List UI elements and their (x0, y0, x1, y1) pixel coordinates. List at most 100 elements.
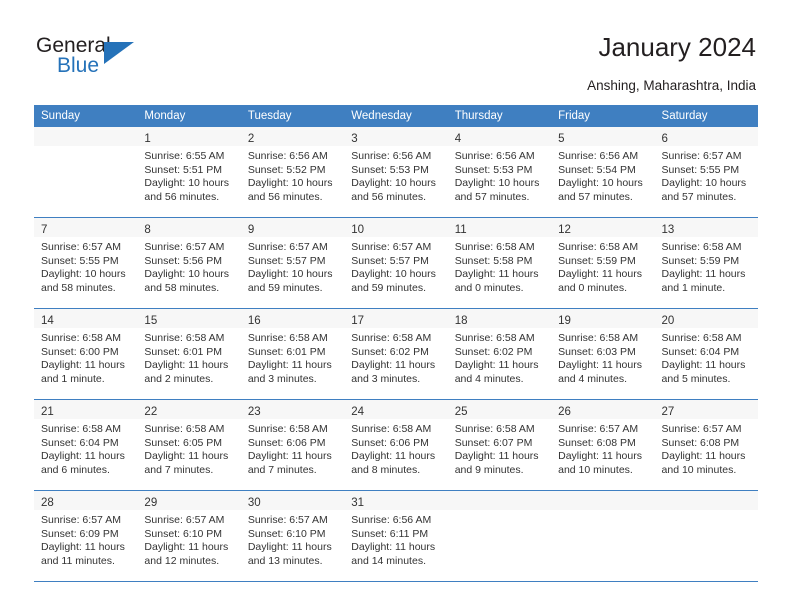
day-details: Sunrise: 6:58 AM Sunset: 6:02 PM Daylight:… (344, 328, 447, 386)
day-number: 27 (661, 406, 675, 418)
day-number-band: 24 (344, 400, 448, 419)
sunset-text: Sunset: 6:06 PM (247, 436, 326, 449)
sunrise-text: Sunrise: 6:57 AM (144, 514, 225, 526)
calendar-day-cell[interactable]: 17 Sunrise: 6:58 AM Sunset: 6:02 PM Dayligh… (344, 309, 448, 399)
day-number-band: 17 (344, 309, 448, 328)
calendar-day-cell[interactable]: 24 Sunrise: 6:58 AM Sunset: 6:06 PM Dayligh… (344, 400, 448, 490)
sunset-text: Sunset: 6:10 PM (247, 527, 326, 540)
sunrise-text: Sunrise: 6:58 AM (144, 423, 225, 435)
calendar-day-cell[interactable]: 25 Sunrise: 6:58 AM Sunset: 6:07 PM Dayligh… (447, 400, 552, 490)
day-number-band: 25 (447, 400, 552, 419)
day-number: 29 (144, 497, 158, 509)
day-number-band: 22 (137, 400, 241, 419)
day-number-band: 13 (654, 218, 758, 237)
calendar-day-cell[interactable]: 27 Sunrise: 6:57 AM Sunset: 6:08 PM Dayligh… (654, 400, 758, 490)
calendar-day-cell[interactable]: 18 Sunrise: 6:58 AM Sunset: 6:02 PM Dayligh… (447, 309, 552, 399)
calendar-day-cell[interactable]: 1 Sunrise: 6:55 AM Sunset: 5:51 PM Daylight… (137, 127, 241, 217)
weekday-header-wednesday: Wednesday (344, 105, 448, 127)
day-number-band: 6 (654, 127, 758, 146)
calendar-day-cell[interactable]: 20 Sunrise: 6:58 AM Sunset: 6:04 PM Dayligh… (654, 309, 758, 399)
day-details (655, 510, 758, 514)
daylight-text: Daylight: 11 hours (558, 450, 642, 462)
daylight-text: Daylight: 11 hours (41, 450, 125, 462)
calendar-day-cell[interactable]: 12 Sunrise: 6:58 AM Sunset: 5:59 PM Dayligh… (551, 218, 655, 308)
daylight-text: Daylight: 11 hours (41, 541, 125, 553)
calendar-day-cell[interactable]: 14 Sunrise: 6:58 AM Sunset: 6:00 PM Dayligh… (34, 309, 138, 399)
calendar-bottom-rule (34, 581, 758, 582)
sunset-text: Sunset: 6:04 PM (661, 345, 740, 358)
calendar-day-cell[interactable]: 5 Sunrise: 6:56 AM Sunset: 5:54 PM Daylight… (551, 127, 655, 217)
calendar-day-cell[interactable]: 22 Sunrise: 6:58 AM Sunset: 6:05 PM Dayligh… (137, 400, 241, 490)
day-details: Sunrise: 6:58 AM Sunset: 6:06 PM Daylight:… (241, 419, 344, 477)
calendar-day-cell[interactable]: 13 Sunrise: 6:58 AM Sunset: 5:59 PM Dayligh… (654, 218, 758, 308)
day-details: Sunrise: 6:58 AM Sunset: 6:06 PM Daylight:… (344, 419, 447, 477)
calendar-day-cell[interactable]: 3 Sunrise: 6:56 AM Sunset: 5:53 PM Daylight… (344, 127, 448, 217)
day-number-band: 7 (34, 218, 138, 237)
day-number: 13 (661, 224, 675, 236)
daylight-text: Daylight: 11 hours (351, 359, 436, 371)
calendar-day-cell[interactable]: 28 Sunrise: 6:57 AM Sunset: 6:09 PM Dayligh… (34, 491, 138, 581)
daylight-text: Daylight: 11 hours (454, 450, 539, 462)
calendar-day-empty (654, 491, 758, 581)
calendar-day-cell[interactable]: 4 Sunrise: 6:56 AM Sunset: 5:53 PM Daylight… (447, 127, 552, 217)
sunset-text: Sunset: 6:00 PM (41, 345, 119, 358)
sunset-text: Sunset: 6:09 PM (41, 527, 119, 540)
calendar-day-cell[interactable]: 23 Sunrise: 6:58 AM Sunset: 6:06 PM Dayligh… (240, 400, 345, 490)
calendar-day-cell[interactable]: 15 Sunrise: 6:58 AM Sunset: 6:01 PM Dayligh… (137, 309, 241, 399)
day-details: Sunrise: 6:57 AM Sunset: 5:55 PM Daylight:… (655, 146, 758, 204)
daylight-text: Daylight: 11 hours (247, 359, 332, 371)
calendar-day-cell[interactable]: 31 Sunrise: 6:56 AM Sunset: 6:11 PM Dayligh… (344, 491, 448, 581)
calendar-day-empty (551, 491, 655, 581)
daylight-text: Daylight: 10 hours (247, 268, 333, 280)
sunrise-text: Sunrise: 6:57 AM (247, 241, 328, 253)
calendar-day-cell[interactable]: 19 Sunrise: 6:58 AM Sunset: 6:03 PM Dayligh… (551, 309, 655, 399)
daylight-text: Daylight: 11 hours (144, 541, 229, 553)
calendar-day-cell[interactable]: 29 Sunrise: 6:57 AM Sunset: 6:10 PM Dayligh… (137, 491, 241, 581)
sunset-text: Sunset: 5:59 PM (661, 254, 740, 267)
daylight-text: and 5 minutes. (661, 372, 731, 385)
calendar-day-cell[interactable]: 8 Sunrise: 6:57 AM Sunset: 5:56 PM Daylight… (137, 218, 241, 308)
calendar-day-cell[interactable]: 2 Sunrise: 6:56 AM Sunset: 5:52 PM Daylight… (240, 127, 345, 217)
calendar-day-cell[interactable]: 9 Sunrise: 6:57 AM Sunset: 5:57 PM Daylight… (240, 218, 345, 308)
day-number: 30 (247, 497, 261, 509)
day-details: Sunrise: 6:58 AM Sunset: 6:01 PM Daylight:… (137, 328, 240, 386)
day-number-band: 19 (551, 309, 655, 328)
day-number: 28 (41, 497, 54, 509)
day-number: 22 (144, 406, 158, 418)
day-number: 7 (41, 224, 48, 236)
sunset-text: Sunset: 5:55 PM (661, 163, 740, 176)
calendar-day-cell[interactable]: 30 Sunrise: 6:57 AM Sunset: 6:10 PM Dayligh… (240, 491, 345, 581)
calendar-day-cell[interactable]: 7 Sunrise: 6:57 AM Sunset: 5:55 PM Daylight… (34, 218, 138, 308)
sunrise-text: Sunrise: 6:57 AM (661, 423, 742, 435)
calendar-day-cell[interactable]: 11 Sunrise: 6:58 AM Sunset: 5:58 PM Dayligh… (447, 218, 552, 308)
day-details: Sunrise: 6:58 AM Sunset: 6:01 PM Daylight:… (241, 328, 344, 386)
day-number-band: 21 (34, 400, 138, 419)
daylight-text: and 9 minutes. (454, 463, 524, 476)
day-number-band: 9 (240, 218, 345, 237)
day-details: Sunrise: 6:56 AM Sunset: 5:53 PM Daylight:… (448, 146, 551, 204)
sunrise-text: Sunrise: 6:57 AM (41, 514, 121, 526)
calendar-day-cell[interactable]: 26 Sunrise: 6:57 AM Sunset: 6:08 PM Dayligh… (551, 400, 655, 490)
sunset-text: Sunset: 6:11 PM (351, 527, 429, 540)
day-number: 9 (247, 224, 255, 236)
day-number: 25 (454, 406, 468, 418)
day-details: Sunrise: 6:56 AM Sunset: 5:54 PM Daylight:… (551, 146, 654, 204)
sunset-text: Sunset: 5:55 PM (41, 254, 119, 267)
day-details: Sunrise: 6:57 AM Sunset: 5:56 PM Daylight:… (137, 237, 240, 295)
daylight-text: Daylight: 10 hours (661, 177, 747, 189)
day-details: Sunrise: 6:58 AM Sunset: 6:05 PM Daylight:… (137, 419, 240, 477)
calendar-day-cell[interactable]: 21 Sunrise: 6:58 AM Sunset: 6:04 PM Dayligh… (34, 400, 138, 490)
calendar-day-cell[interactable]: 6 Sunrise: 6:57 AM Sunset: 5:55 PM Daylight… (654, 127, 758, 217)
daylight-text: Daylight: 11 hours (661, 359, 746, 371)
calendar-day-cell[interactable]: 10 Sunrise: 6:57 AM Sunset: 5:57 PM Dayligh… (344, 218, 448, 308)
day-number-band: 16 (240, 309, 345, 328)
sunset-text: Sunset: 6:06 PM (351, 436, 429, 449)
sunset-text: Sunset: 5:53 PM (351, 163, 429, 176)
daylight-text: and 1 minute. (661, 281, 726, 294)
day-details: Sunrise: 6:57 AM Sunset: 5:55 PM Daylight:… (34, 237, 137, 295)
daylight-text: and 0 minutes. (454, 281, 524, 294)
day-details: Sunrise: 6:56 AM Sunset: 6:11 PM Daylight:… (344, 510, 447, 568)
daylight-text: and 8 minutes. (351, 463, 421, 476)
calendar-day-cell[interactable]: 16 Sunrise: 6:58 AM Sunset: 6:01 PM Dayligh… (240, 309, 345, 399)
calendar-week-row: 7 Sunrise: 6:57 AM Sunset: 5:55 PM Daylight… (34, 218, 758, 308)
